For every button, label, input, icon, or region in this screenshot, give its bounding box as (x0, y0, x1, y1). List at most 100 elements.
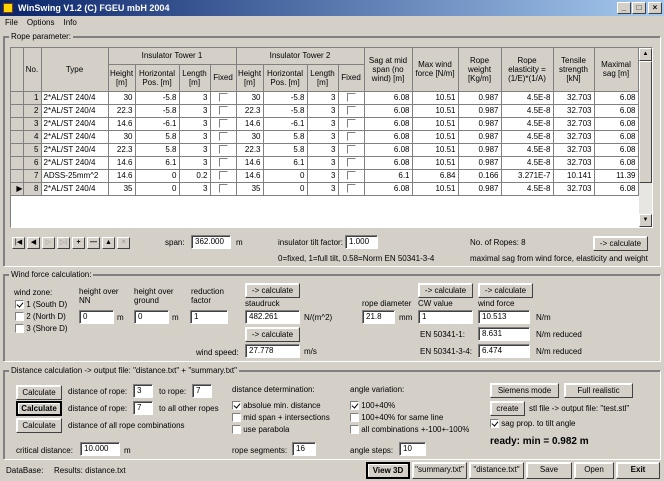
cell-max-sag[interactable]: 6.08 (594, 130, 639, 144)
cell-weight[interactable]: 0.987 (458, 104, 502, 118)
cell-weight[interactable]: 0.987 (458, 130, 502, 144)
cell-t1-hpos[interactable]: -5.8 (135, 104, 180, 118)
cell-max-sag[interactable]: 11.39 (594, 169, 639, 183)
cell-max-sag[interactable]: 6.08 (594, 143, 639, 157)
cell-t1-length[interactable]: 0.2 (179, 169, 211, 183)
cell-tensile[interactable]: 32.703 (553, 143, 595, 157)
rope-grid[interactable]: No. Type Insulator Tower 1 Insulator Tow… (10, 47, 653, 228)
det-mid-checkbox[interactable] (232, 413, 241, 423)
det-parabola-option[interactable]: use parabola (232, 425, 290, 435)
cell-tensile[interactable]: 32.703 (553, 91, 595, 105)
cell-weight[interactable]: 0.987 (458, 156, 502, 170)
from-rope-input[interactable]: 3 (133, 384, 153, 398)
staudruck-input[interactable]: 482.261 (245, 310, 300, 324)
nav-first-icon[interactable]: |◀ (12, 237, 25, 249)
cell-t1-height[interactable]: 14.6 (108, 169, 136, 183)
windforce-calculate-button[interactable]: -> calculate (478, 283, 533, 298)
cell-max-wind[interactable]: 6.84 (412, 169, 459, 183)
cell-t1-height[interactable]: 22.3 (108, 104, 136, 118)
en1-input[interactable]: 8.631 (478, 327, 530, 341)
zone-2-option[interactable]: 2 (North D) (15, 312, 66, 322)
angle-opt-2-checkbox[interactable] (350, 413, 359, 423)
cell-t1-fixed[interactable] (210, 169, 237, 183)
row-indicator[interactable] (11, 143, 24, 157)
cell-tensile[interactable]: 32.703 (553, 156, 595, 170)
cell-t2-fixed[interactable] (338, 169, 365, 183)
cell-t2-fixed[interactable] (338, 91, 365, 105)
windforce-input[interactable]: 10.513 (478, 310, 530, 324)
summary-file-button[interactable]: "summary.txt" (412, 462, 467, 479)
cell-sag[interactable]: 6.1 (364, 169, 413, 183)
grid-vertical-scrollbar[interactable]: ▲ ▼ (639, 48, 652, 227)
windspeed-calculate-button[interactable]: -> calculate (245, 327, 300, 342)
cell-no[interactable]: 2 (23, 104, 42, 118)
cell-t1-hpos[interactable]: -6.1 (135, 117, 180, 131)
cell-max-sag[interactable]: 6.08 (594, 156, 639, 170)
current-row-indicator-icon[interactable]: ▶ (11, 182, 24, 196)
cell-t1-fixed[interactable] (210, 91, 237, 105)
cell-tensile[interactable]: 32.703 (553, 182, 595, 196)
cell-t1-height[interactable]: 30 (108, 130, 136, 144)
cell-no[interactable]: 4 (23, 130, 42, 144)
cell-t2-height[interactable]: 30 (236, 91, 264, 105)
row-indicator[interactable] (11, 91, 24, 105)
reduction-input[interactable]: 1 (190, 310, 228, 324)
table-row[interactable]: 6 2*AL/ST 240/4 14.6 6.1 3 14.6 6.1 3 6.08 10.51 0… (11, 156, 639, 170)
cell-t1-fixed[interactable] (210, 104, 237, 118)
cell-tensile[interactable]: 32.703 (553, 104, 595, 118)
cell-t2-height[interactable]: 35 (236, 182, 264, 196)
cell-no[interactable]: 3 (23, 117, 42, 131)
cell-t1-height[interactable]: 14.6 (108, 117, 136, 131)
cell-sag[interactable]: 6.08 (364, 156, 413, 170)
det-abs-option[interactable]: absolue min. distance (232, 401, 321, 411)
cell-t2-fixed[interactable] (338, 182, 365, 196)
cell-t2-height[interactable]: 14.6 (236, 169, 264, 183)
cell-t2-fixed[interactable] (338, 143, 365, 157)
cell-t2-hpos[interactable]: -5.8 (263, 91, 308, 105)
cell-weight[interactable]: 0.987 (458, 117, 502, 131)
det-abs-checkbox[interactable] (232, 401, 241, 411)
zone-1-option[interactable]: 1 (South D) (15, 300, 67, 310)
cell-t2-height[interactable]: 14.6 (236, 117, 264, 131)
nav-cancel-icon[interactable]: ✕ (117, 237, 130, 249)
fixed-checkbox[interactable] (346, 170, 356, 180)
cell-max-sag[interactable]: 6.08 (594, 182, 639, 196)
span-input[interactable]: 362.000 (191, 235, 231, 249)
rope-diameter-input[interactable]: 21.8 (362, 310, 395, 324)
cell-t1-length[interactable]: 3 (179, 182, 211, 196)
cw-input[interactable]: 1 (418, 310, 473, 324)
cell-t1-fixed[interactable] (210, 143, 237, 157)
create-stl-button[interactable]: create (490, 401, 525, 416)
zone-3-checkbox[interactable] (15, 324, 24, 334)
table-row[interactable]: ▶ 8 2*AL/ST 240/4 35 0 3 35 0 3 6.08 10.51 0.987 4.5… (11, 182, 639, 196)
menu-info[interactable]: Info (63, 18, 76, 27)
cell-t1-fixed[interactable] (210, 182, 237, 196)
cell-max-wind[interactable]: 10.51 (412, 91, 459, 105)
cell-no[interactable]: 5 (23, 143, 42, 157)
cell-no[interactable]: 8 (23, 182, 42, 196)
fixed-checkbox[interactable] (346, 157, 356, 167)
cell-t1-hpos[interactable]: 6.1 (135, 156, 180, 170)
siemens-mode-button[interactable]: Siemens mode (490, 383, 559, 398)
cell-t1-hpos[interactable]: 0 (135, 169, 180, 183)
height-nn-input[interactable]: 0 (79, 310, 114, 324)
sag-prop-option[interactable]: sag prop. to tilt angle (490, 419, 576, 429)
cell-t2-fixed[interactable] (338, 130, 365, 144)
fixed-checkbox[interactable] (346, 131, 356, 141)
fixed-checkbox[interactable] (218, 105, 228, 115)
tilt-factor-input[interactable]: 1.000 (345, 235, 378, 249)
cell-sag[interactable]: 6.08 (364, 104, 413, 118)
cell-max-sag[interactable]: 6.08 (594, 91, 639, 105)
height-ground-input[interactable]: 0 (134, 310, 169, 324)
cell-weight[interactable]: 0.987 (458, 91, 502, 105)
cell-weight[interactable]: 0.987 (458, 182, 502, 196)
scroll-down-icon[interactable]: ▼ (639, 214, 652, 227)
fixed-checkbox[interactable] (218, 170, 228, 180)
cell-type[interactable]: 2*AL/ST 240/4 (41, 91, 109, 105)
fixed-checkbox[interactable] (346, 105, 356, 115)
cell-t2-length[interactable]: 3 (307, 91, 339, 105)
row-indicator[interactable] (11, 130, 24, 144)
minimize-button[interactable]: _ (617, 2, 631, 14)
cell-t1-hpos[interactable]: 0 (135, 182, 180, 196)
cell-t2-length[interactable]: 3 (307, 104, 339, 118)
